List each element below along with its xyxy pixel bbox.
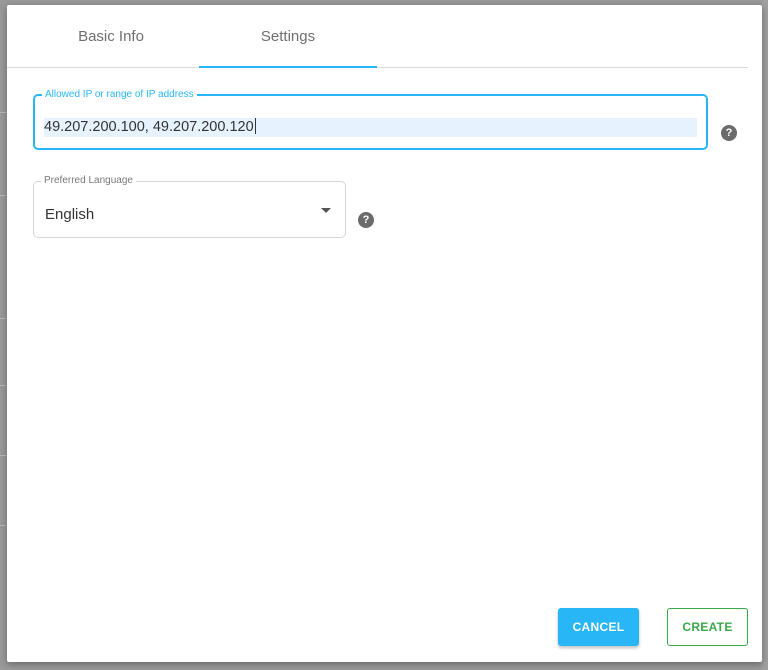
question-circle-icon[interactable]: ? [721,125,737,141]
settings-dialog: Basic Info Settings Allowed IP or range … [7,5,762,662]
allowed-ip-input[interactable]: 49.207.200.100, 49.207.200.120 [44,118,697,137]
text-caret [254,118,256,134]
allowed-ip-label: Allowed IP or range of IP address [42,89,197,101]
backdrop-scroll-area [762,0,768,670]
preferred-language-value: English [45,206,95,223]
caret-down-icon [321,208,331,213]
tab-basic-info[interactable]: Basic Info [22,5,200,67]
allowed-ip-field[interactable]: Allowed IP or range of IP address 49.207… [33,89,708,150]
active-tab-indicator [199,66,377,68]
allowed-ip-value: 49.207.200.100, 49.207.200.120 [44,119,254,135]
tab-settings[interactable]: Settings [199,5,377,67]
preferred-language-select[interactable]: Preferred Language English [33,175,346,238]
preferred-language-label: Preferred Language [41,175,136,187]
create-button[interactable]: CREATE [667,608,748,646]
tab-bar: Basic Info Settings [7,5,748,68]
question-circle-icon[interactable]: ? [358,212,374,228]
cancel-button[interactable]: CANCEL [558,608,639,646]
